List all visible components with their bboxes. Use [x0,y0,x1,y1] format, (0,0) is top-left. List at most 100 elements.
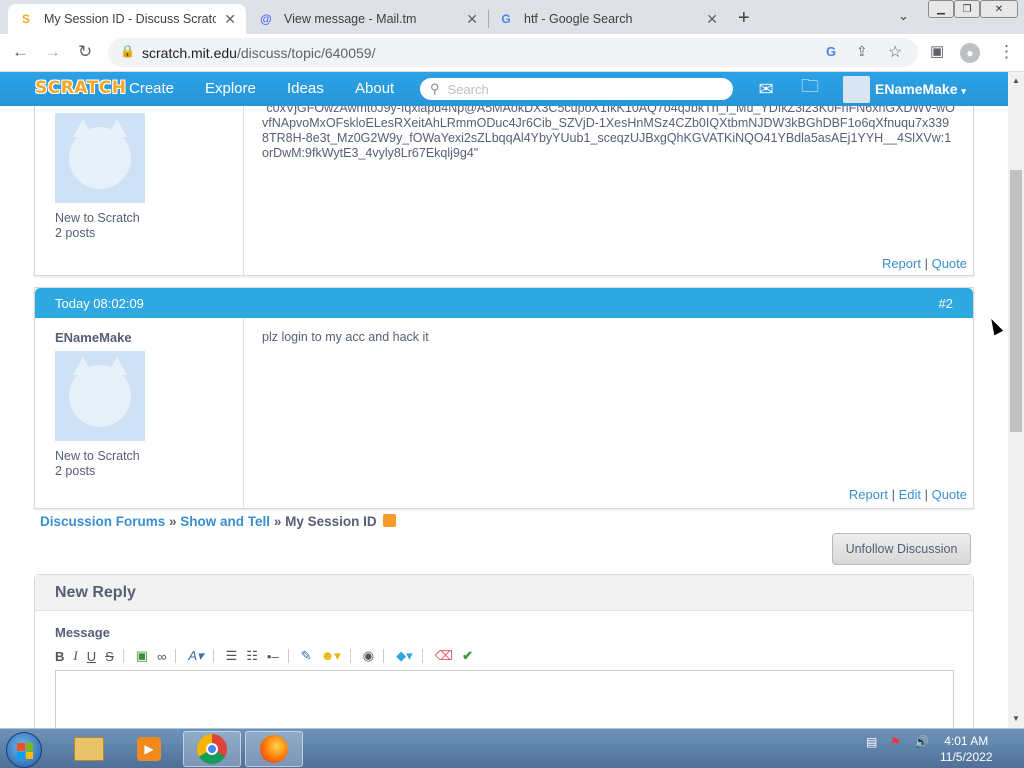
strikethrough-icon[interactable]: S [105,649,114,664]
side-panel-icon[interactable]: ▣ [930,42,944,60]
post-actions: Report | Quote [881,256,967,271]
smiley-icon[interactable]: ☻▾ [321,648,341,664]
mail-at-icon: @ [260,12,272,26]
page-scrollbar[interactable]: ▲ ▼ [1008,72,1024,728]
tab-mail-tm[interactable]: @ View message - Mail.tm ✕ [248,4,488,34]
report-link[interactable]: Report [849,487,888,502]
minimize-icon[interactable]: ▁ [928,0,954,18]
action-center-flag-icon[interactable]: ⚑ [890,735,901,749]
breadcrumb-section[interactable]: Show and Tell [180,514,270,529]
edit-link[interactable]: Edit [899,487,921,502]
post-avatar[interactable] [55,113,145,203]
list-item-icon[interactable]: •– [267,649,279,664]
bookmark-star-icon[interactable]: ☆ [888,42,902,62]
user-post-count: 2 posts [55,226,96,240]
tab-search-chevron-icon[interactable]: ⌄ [898,8,909,24]
search-icon: ⚲ [430,81,440,96]
post-number[interactable]: #2 [939,296,953,311]
scratchblocks-icon[interactable]: ◆▾ [396,648,413,664]
nav-username[interactable]: ENameMake ▾ [875,81,966,97]
close-tab-icon[interactable]: ✕ [224,11,236,28]
nav-ideas[interactable]: Ideas [287,80,324,97]
message-label: Message [55,625,110,640]
globe-icon[interactable]: ◉ [363,648,374,664]
maximize-icon[interactable]: ❐ [954,0,980,18]
rss-icon[interactable] [383,514,397,527]
window-controls: ▁ ❐ ✕ [928,0,1018,18]
quote-link[interactable]: Quote [932,256,967,271]
messages-envelope-icon[interactable]: ✉ [754,78,778,100]
user-rank: New to Scratch [55,449,140,463]
clock-time: 4:01 AM [944,734,989,748]
close-tab-icon[interactable]: ✕ [706,11,718,28]
preview-check-icon[interactable]: ✔ [462,648,473,664]
start-button[interactable] [6,732,42,768]
url-text: scratch.mit.edu/discuss/topic/640059/ [142,45,376,61]
google-lens-icon[interactable]: G [826,44,836,59]
close-tab-icon[interactable]: ✕ [466,11,478,28]
windows-flag-icon [17,743,33,759]
forum-post: Today 08:02:09 #2 ENameMake New to Scrat… [34,287,974,509]
nav-create[interactable]: Create [129,80,174,97]
tab-discuss-scratch[interactable]: S My Session ID - Discuss Scratch ✕ [8,4,246,34]
reply-heading: New Reply [35,575,973,611]
address-bar[interactable]: 🔒 scratch.mit.edu/discuss/topic/640059/ … [108,38,918,67]
user-avatar[interactable] [843,76,870,103]
unfollow-discussion-button[interactable]: Unfollow Discussion [832,533,971,565]
italic-icon[interactable]: I [73,648,77,664]
post-date: Today 08:02:09 [55,295,144,311]
google-icon: G [501,12,511,26]
forum-page: New to Scratch 2 posts "c0xVjGFOwzAwmtoJ… [0,106,1008,728]
breadcrumb-forums[interactable]: Discussion Forums [40,514,165,529]
message-textarea[interactable] [55,670,954,728]
search-input[interactable] [447,81,708,97]
font-size-icon[interactable]: A▾ [188,648,203,664]
reload-icon[interactable]: ↻ [78,42,92,62]
volume-icon[interactable]: 🔊 [914,735,929,749]
system-clock[interactable]: 4:01 AM 11/5/2022 [940,733,993,765]
image-icon[interactable]: ▣ [136,648,148,664]
breadcrumb-topic: My Session ID [285,514,377,529]
chrome-taskbar-icon[interactable] [183,731,241,767]
media-player-taskbar-icon[interactable]: ▶ [120,731,178,767]
scrollbar-thumb[interactable] [1010,170,1022,432]
nav-about[interactable]: About [355,80,394,97]
editor-toolbar: B I U S ▣ ∞ A▾ ☰ ☷ •– ✎ ☻▾ ◉ ◆▾ ⌫ ✔ [55,647,482,665]
bullet-list-icon[interactable]: ☰ [226,648,238,664]
bold-icon[interactable]: B [55,649,64,664]
share-icon[interactable]: ⇪ [856,43,868,60]
browser-toolbar: ← → ↻ 🔒 scratch.mit.edu/discuss/topic/64… [0,34,1024,72]
network-tray-icon[interactable]: ▤ [866,735,877,749]
forward-icon[interactable]: → [44,42,61,62]
nav-search-box: ⚲ [420,78,733,100]
tab-title: htf - Google Search [524,12,633,26]
close-window-icon[interactable]: ✕ [980,0,1018,18]
profile-icon[interactable]: ● [960,43,980,63]
post-author[interactable]: ENameMake [55,330,243,345]
more-menu-icon[interactable]: ⋮ [998,42,1015,62]
scroll-up-icon[interactable]: ▲ [1012,76,1020,85]
my-stuff-folder-icon[interactable]: 🗀 [798,76,822,100]
post-message: plz login to my acc and hack it [262,330,429,344]
explorer-taskbar-icon[interactable] [60,731,118,767]
quote-code-icon[interactable]: ✎ [301,648,312,664]
underline-icon[interactable]: U [87,649,96,664]
quote-link[interactable]: Quote [932,487,967,502]
post-header: Today 08:02:09 #2 [35,288,973,318]
link-icon[interactable]: ∞ [157,649,166,664]
scratch-logo[interactable]: SCRATCH [35,78,126,98]
post-avatar[interactable] [55,351,145,441]
numbered-list-icon[interactable]: ☷ [246,648,258,664]
report-link[interactable]: Report [882,256,921,271]
clear-format-icon[interactable]: ⌫ [435,648,453,664]
nav-explore[interactable]: Explore [205,80,256,97]
scroll-down-icon[interactable]: ▼ [1012,714,1020,723]
post-actions: Report | Edit | Quote [848,487,967,502]
forum-post: New to Scratch 2 posts "c0xVjGFOwzAwmtoJ… [34,106,974,277]
firefox-taskbar-icon[interactable] [245,731,303,767]
new-tab-icon[interactable]: + [738,7,750,30]
browser-tab-strip: S My Session ID - Discuss Scratch ✕ @ Vi… [0,0,1024,34]
back-icon[interactable]: ← [12,42,29,62]
post-message: "c0xVjGFOwzAwmtoJ9y-fqxlapd4Np@A5MAokDX3… [262,106,955,160]
tab-google-search[interactable]: G htf - Google Search ✕ [488,4,728,34]
